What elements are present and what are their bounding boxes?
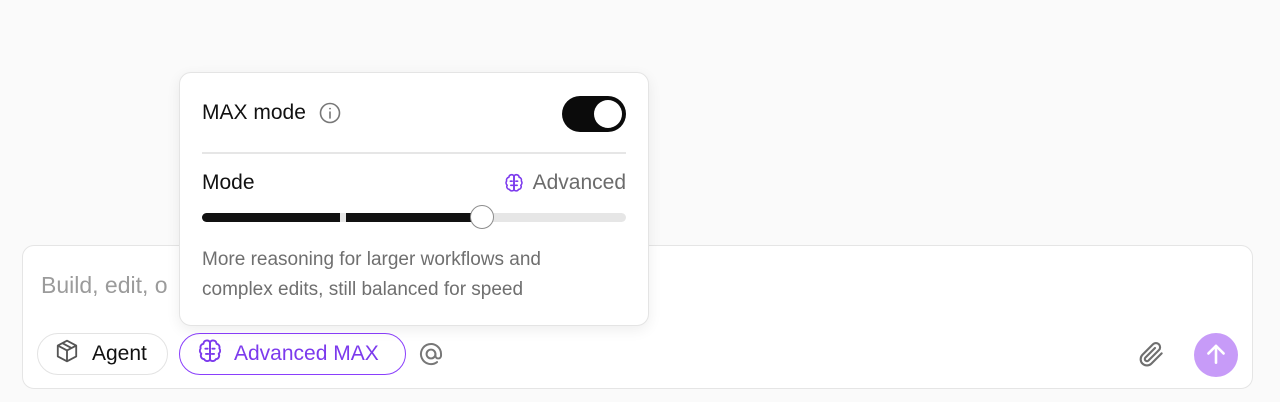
slider-thumb[interactable] (469, 205, 494, 229)
composer-input[interactable]: Build, edit, o (41, 272, 168, 299)
max-mode-toggle[interactable] (562, 96, 626, 132)
mode-description-line-2: complex edits, still balanced for speed (202, 279, 524, 300)
cube-icon (54, 338, 80, 370)
mode-row: Mode Advanced (202, 169, 626, 197)
agent-mode-button[interactable]: Agent (37, 333, 168, 375)
send-button[interactable] (1194, 333, 1238, 377)
divider (202, 152, 626, 154)
max-mode-row: MAX mode (202, 95, 626, 132)
mode-value-label: Advanced (532, 171, 626, 194)
at-sign-icon[interactable] (417, 340, 445, 368)
brain-icon (196, 337, 224, 371)
mode-description: More reasoning for larger workflows and … (202, 245, 626, 305)
max-mode-label: Advanced MAX (234, 342, 379, 365)
slider-fill-segment-1 (202, 213, 341, 222)
toggle-knob (594, 100, 622, 128)
agent-mode-label: Agent (92, 342, 147, 365)
mode-label: Mode (202, 171, 255, 194)
arrow-up-icon (1203, 341, 1229, 370)
composer-toolbar: Agent Advanced MAX (37, 333, 1238, 377)
mode-slider[interactable] (202, 205, 626, 229)
max-mode-button[interactable]: Advanced MAX (179, 333, 406, 375)
brain-icon (504, 174, 523, 192)
page: Build, edit, o Agent Advanced MAX MAX mo… (0, 0, 1280, 402)
max-mode-title: MAX mode (202, 101, 306, 124)
mode-description-line-1: More reasoning for larger workflows and (202, 249, 541, 270)
max-mode-popover: MAX mode Mode Advanced More reasoning fo… (179, 72, 649, 326)
info-icon[interactable] (318, 101, 342, 125)
slider-fill-segment-2 (346, 213, 482, 222)
mode-value: Advanced (503, 171, 626, 195)
paperclip-icon[interactable] (1136, 339, 1166, 369)
